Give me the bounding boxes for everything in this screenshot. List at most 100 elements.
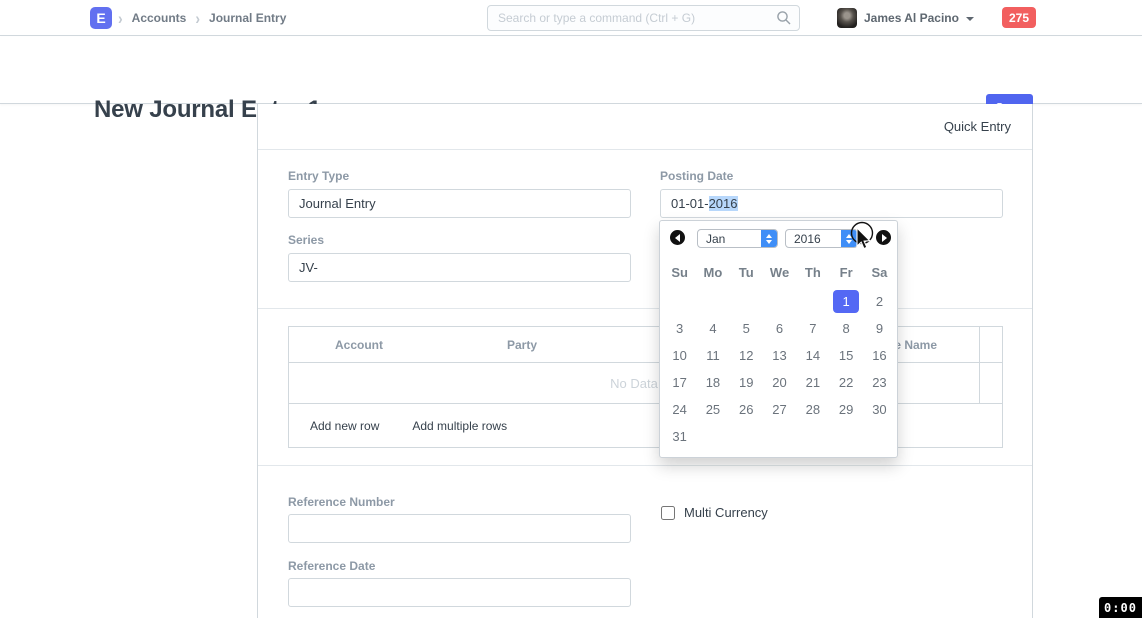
entry-type-label: Entry Type — [288, 169, 349, 183]
multi-currency-label: Multi Currency — [684, 505, 768, 520]
datepicker-day-14[interactable]: 14 — [796, 342, 829, 369]
datepicker-day-11[interactable]: 11 — [696, 342, 729, 369]
empty-day-cell — [730, 288, 763, 315]
empty-day-cell — [796, 288, 829, 315]
datepicker-header: Jan 2016 — [660, 221, 897, 257]
datepicker-day-2[interactable]: 2 — [863, 288, 896, 315]
app-logo[interactable]: E — [90, 7, 112, 29]
section-main: Entry Type Series Posting Date 01-01-201… — [258, 150, 1032, 308]
datepicker-day-31[interactable]: 31 — [663, 423, 696, 450]
empty-day-cell — [696, 288, 729, 315]
datepicker-day-21[interactable]: 21 — [796, 369, 829, 396]
recording-timer: 0:00 — [1099, 597, 1142, 618]
avatar — [837, 8, 857, 28]
arrow-left-icon — [675, 234, 680, 242]
reference-number-label: Reference Number — [288, 495, 395, 509]
datepicker-day-27[interactable]: 27 — [763, 396, 796, 423]
global-search — [487, 5, 800, 31]
multi-currency-checkbox[interactable] — [661, 506, 675, 520]
posting-date-selected-text: 2016 — [709, 196, 738, 211]
series-input[interactable] — [288, 253, 631, 282]
day-of-week-label: Fr — [829, 261, 862, 283]
datepicker-day-24[interactable]: 24 — [663, 396, 696, 423]
datepicker-day-8[interactable]: 8 — [829, 315, 862, 342]
datepicker-day-16[interactable]: 16 — [863, 342, 896, 369]
column-header-account[interactable]: Account — [289, 338, 429, 352]
reference-number-input[interactable] — [288, 514, 631, 543]
form-card: Quick Entry Entry Type Series Posting Da… — [257, 104, 1033, 618]
reference-date-label: Reference Date — [288, 559, 375, 573]
datepicker-grid: SuMoTuWeThFrSa12345678910111213141516171… — [663, 261, 896, 450]
datepicker-day-12[interactable]: 12 — [730, 342, 763, 369]
datepicker-day-3[interactable]: 3 — [663, 315, 696, 342]
datepicker-day-25[interactable]: 25 — [696, 396, 729, 423]
empty-day-cell — [763, 288, 796, 315]
multi-currency-field: Multi Currency — [661, 505, 768, 520]
chevron-right-icon: › — [195, 8, 200, 27]
datepicker-day-17[interactable]: 17 — [663, 369, 696, 396]
grid-gutter — [979, 327, 1002, 362]
prev-month-button[interactable] — [670, 230, 685, 245]
breadcrumb-journal-entry[interactable]: Journal Entry — [209, 11, 286, 25]
add-multiple-rows-button[interactable]: Add multiple rows — [412, 419, 507, 433]
section-accounting-entries: Account Party Reference Name No Data Add… — [258, 308, 1032, 465]
datepicker-day-30[interactable]: 30 — [863, 396, 896, 423]
section-reference: Reference Number Reference Date Multi Cu… — [258, 465, 1032, 617]
datepicker-day-13[interactable]: 13 — [763, 342, 796, 369]
day-of-week-label: Tu — [730, 261, 763, 283]
month-select-value: Jan — [698, 232, 725, 246]
datepicker-day-10[interactable]: 10 — [663, 342, 696, 369]
next-month-button[interactable] — [876, 230, 891, 245]
year-select-value: 2016 — [786, 232, 821, 246]
datepicker-day-6[interactable]: 6 — [763, 315, 796, 342]
entry-type-input[interactable] — [288, 189, 631, 218]
datepicker-day-26[interactable]: 26 — [730, 396, 763, 423]
posting-date-value: 01-01- — [671, 196, 709, 211]
day-of-week-label: Mo — [696, 261, 729, 283]
month-select[interactable]: Jan — [697, 229, 778, 248]
datepicker-day-5[interactable]: 5 — [730, 315, 763, 342]
arrow-right-icon — [882, 234, 887, 242]
datepicker-day-1[interactable]: 1 — [829, 288, 862, 315]
datepicker-day-20[interactable]: 20 — [763, 369, 796, 396]
series-label: Series — [288, 233, 324, 247]
day-of-week-label: Th — [796, 261, 829, 283]
breadcrumb-accounts[interactable]: Accounts — [132, 11, 187, 25]
add-new-row-button[interactable]: Add new row — [310, 419, 379, 433]
column-header-party[interactable]: Party — [429, 338, 615, 352]
page-header: New Journal Entry 1 Not Saved Save — [0, 37, 1142, 104]
datepicker-day-15[interactable]: 15 — [829, 342, 862, 369]
form-toolbar: Quick Entry — [258, 104, 1032, 150]
datepicker-day-22[interactable]: 22 — [829, 369, 862, 396]
datepicker-day-7[interactable]: 7 — [796, 315, 829, 342]
year-select[interactable]: 2016 — [785, 229, 858, 248]
datepicker-day-28[interactable]: 28 — [796, 396, 829, 423]
user-name: James Al Pacino — [864, 11, 959, 25]
navbar: E › Accounts › Journal Entry James Al Pa… — [0, 0, 1142, 36]
empty-day-cell — [663, 288, 696, 315]
select-spinner-icon — [841, 229, 857, 248]
chevron-right-icon: › — [118, 8, 123, 27]
datepicker-popup: Jan 2016 SuMoTuWeThFrSa12345678910111213… — [659, 220, 898, 458]
datepicker-day-19[interactable]: 19 — [730, 369, 763, 396]
day-of-week-label: Sa — [863, 261, 896, 283]
app-logo-letter: E — [96, 10, 105, 26]
grid-gutter — [979, 363, 1002, 403]
reference-date-input[interactable] — [288, 578, 631, 607]
select-spinner-icon — [761, 229, 777, 248]
search-input[interactable] — [487, 5, 800, 31]
posting-date-input[interactable]: 01-01-2016 — [660, 189, 1003, 218]
notification-badge[interactable]: 275 — [1002, 7, 1036, 28]
datepicker-day-23[interactable]: 23 — [863, 369, 896, 396]
search-icon — [776, 10, 792, 26]
datepicker-day-9[interactable]: 9 — [863, 315, 896, 342]
posting-date-label: Posting Date — [660, 169, 733, 183]
user-menu[interactable]: James Al Pacino — [837, 0, 974, 36]
day-of-week-label: We — [763, 261, 796, 283]
datepicker-day-18[interactable]: 18 — [696, 369, 729, 396]
datepicker-day-29[interactable]: 29 — [829, 396, 862, 423]
quick-entry-link[interactable]: Quick Entry — [944, 119, 1011, 134]
datepicker-day-4[interactable]: 4 — [696, 315, 729, 342]
day-of-week-label: Su — [663, 261, 696, 283]
caret-down-icon — [966, 17, 974, 21]
